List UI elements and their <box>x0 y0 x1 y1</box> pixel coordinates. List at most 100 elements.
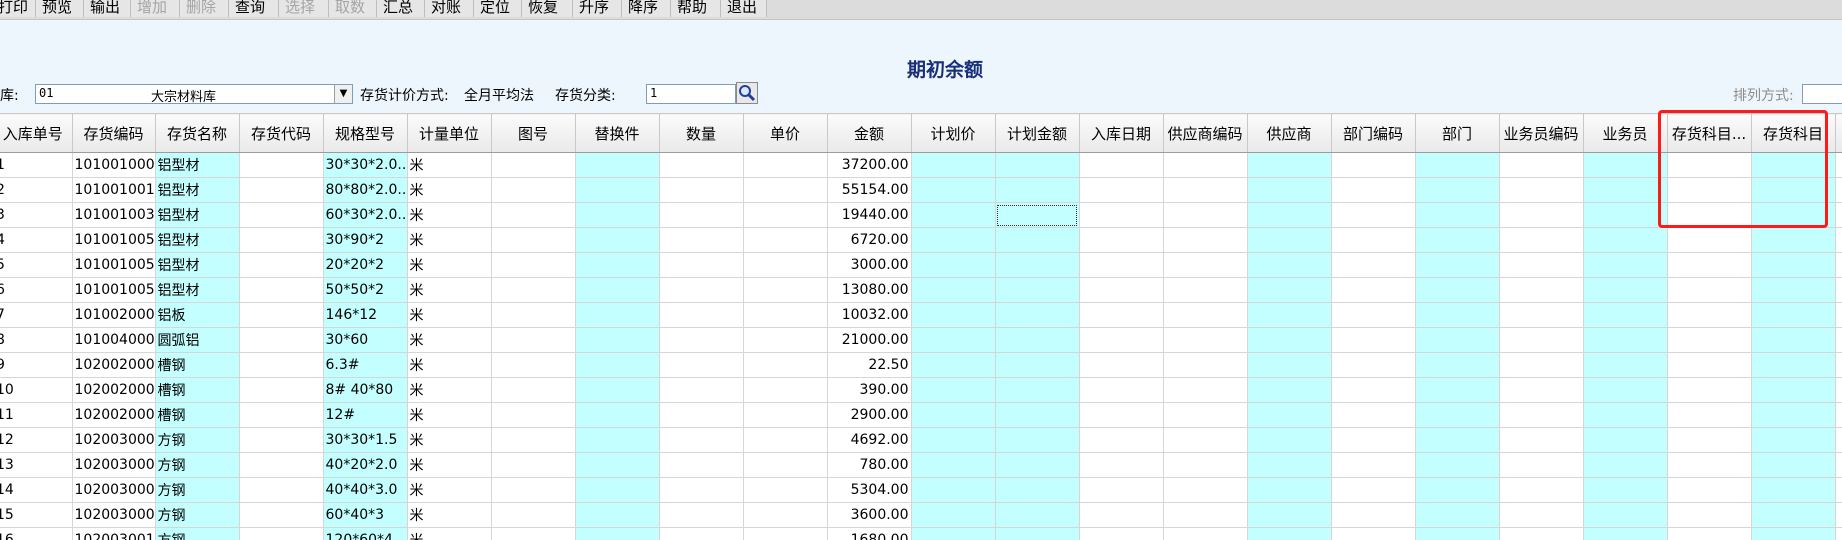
table-cell[interactable] <box>239 477 324 503</box>
table-cell[interactable]: 1020020001 <box>72 352 156 378</box>
table-cell[interactable]: 12# <box>323 402 408 428</box>
table-cell[interactable]: 米 <box>407 452 492 478</box>
table-cell[interactable] <box>1163 152 1248 178</box>
table-row[interactable]: 51010010054铝型材 20*20*2米 3000.00 <box>0 252 1842 278</box>
table-cell[interactable] <box>1247 152 1332 178</box>
table-cell[interactable] <box>1667 202 1752 228</box>
table-cell[interactable]: 1010040001 <box>72 327 156 353</box>
table-cell[interactable] <box>1667 377 1752 403</box>
table-cell[interactable] <box>1499 227 1584 253</box>
table-cell[interactable] <box>239 152 324 178</box>
table-cell[interactable] <box>911 477 996 503</box>
table-cell[interactable]: 16 <box>0 527 73 540</box>
table-cell[interactable]: 40*40*3.0 <box>323 477 408 503</box>
table-cell[interactable] <box>659 302 744 328</box>
table-cell[interactable] <box>1751 152 1836 178</box>
toolbar-button[interactable]: 退出 <box>721 0 767 17</box>
table-cell[interactable] <box>575 327 660 353</box>
table-cell[interactable] <box>575 277 660 303</box>
table-cell[interactable]: 铝型材 <box>155 227 240 253</box>
toolbar-button[interactable]: 打印 <box>0 0 36 17</box>
table-cell[interactable] <box>491 452 576 478</box>
table-cell[interactable] <box>1751 177 1836 203</box>
table-cell[interactable]: 1020020003 <box>72 402 156 428</box>
table-cell[interactable]: 铝型材 <box>155 277 240 303</box>
table-cell[interactable] <box>743 477 828 503</box>
table-cell[interactable] <box>1247 502 1332 528</box>
column-header[interactable]: 计划价 <box>911 113 996 153</box>
table-cell[interactable] <box>743 277 828 303</box>
table-cell[interactable] <box>491 152 576 178</box>
table-cell[interactable]: 14 <box>0 477 73 503</box>
table-cell[interactable]: 1010010012 <box>72 177 156 203</box>
table-cell[interactable] <box>1751 277 1836 303</box>
column-header[interactable]: 计划金额 <box>995 113 1080 153</box>
table-cell[interactable] <box>743 177 828 203</box>
table-cell[interactable]: 22.50 <box>827 352 912 378</box>
table-cell[interactable] <box>1583 527 1668 540</box>
table-cell[interactable] <box>1835 427 1842 453</box>
column-header[interactable]: 存货科目... <box>1667 113 1752 153</box>
table-cell[interactable] <box>1331 477 1416 503</box>
table-cell[interactable]: 米 <box>407 527 492 540</box>
table-cell[interactable]: 7 <box>0 302 73 328</box>
table-cell[interactable] <box>743 527 828 540</box>
table-cell[interactable]: 1010020001 <box>72 302 156 328</box>
table-cell[interactable]: 2900.00 <box>827 402 912 428</box>
table-cell[interactable] <box>1331 302 1416 328</box>
table-cell[interactable]: 20*20*2 <box>323 252 408 278</box>
table-cell[interactable] <box>1247 202 1332 228</box>
table-cell[interactable] <box>1499 352 1584 378</box>
table-cell[interactable]: 6.3# <box>323 352 408 378</box>
table-cell[interactable] <box>1163 477 1248 503</box>
table-cell[interactable] <box>1835 252 1842 278</box>
table-cell[interactable] <box>1499 527 1584 540</box>
table-cell[interactable]: 6 <box>0 277 73 303</box>
table-cell[interactable] <box>659 177 744 203</box>
table-cell[interactable] <box>1835 152 1842 178</box>
table-cell[interactable] <box>1079 477 1164 503</box>
table-cell[interactable] <box>995 227 1080 253</box>
table-cell[interactable] <box>743 377 828 403</box>
sort-select[interactable] <box>1802 84 1842 104</box>
table-cell[interactable] <box>1163 227 1248 253</box>
table-cell[interactable] <box>995 352 1080 378</box>
table-cell[interactable] <box>575 477 660 503</box>
table-cell[interactable] <box>1247 352 1332 378</box>
table-cell[interactable]: 铝型材 <box>155 252 240 278</box>
table-cell[interactable] <box>659 227 744 253</box>
table-cell[interactable] <box>1751 302 1836 328</box>
table-cell[interactable]: 30*30*2.0... <box>323 152 408 178</box>
table-cell[interactable] <box>239 427 324 453</box>
table-cell[interactable]: 390.00 <box>827 377 912 403</box>
table-cell[interactable]: 米 <box>407 502 492 528</box>
table-cell[interactable]: 1010010054 <box>72 252 156 278</box>
table-cell[interactable] <box>911 427 996 453</box>
table-cell[interactable] <box>1583 202 1668 228</box>
table-cell[interactable] <box>491 477 576 503</box>
table-cell[interactable] <box>1835 502 1842 528</box>
table-cell[interactable] <box>743 452 828 478</box>
table-cell[interactable] <box>911 402 996 428</box>
table-cell[interactable] <box>995 302 1080 328</box>
table-cell[interactable] <box>1751 427 1836 453</box>
table-cell[interactable] <box>1163 302 1248 328</box>
table-cell[interactable] <box>659 352 744 378</box>
table-cell[interactable] <box>575 252 660 278</box>
table-cell[interactable] <box>995 377 1080 403</box>
table-cell[interactable] <box>1415 477 1500 503</box>
table-cell[interactable] <box>1751 352 1836 378</box>
table-cell[interactable]: 米 <box>407 477 492 503</box>
chevron-down-icon[interactable]: ▼ <box>334 85 352 103</box>
table-cell[interactable] <box>491 177 576 203</box>
table-cell[interactable] <box>1079 527 1164 540</box>
table-cell[interactable] <box>1415 527 1500 540</box>
table-cell[interactable] <box>239 527 324 540</box>
table-cell[interactable] <box>239 302 324 328</box>
table-cell[interactable]: 11 <box>0 402 73 428</box>
column-header[interactable]: 业务员 <box>1583 113 1668 153</box>
table-cell[interactable] <box>1667 227 1752 253</box>
table-cell[interactable] <box>1499 502 1584 528</box>
table-cell[interactable]: 铝型材 <box>155 152 240 178</box>
table-cell[interactable] <box>575 177 660 203</box>
